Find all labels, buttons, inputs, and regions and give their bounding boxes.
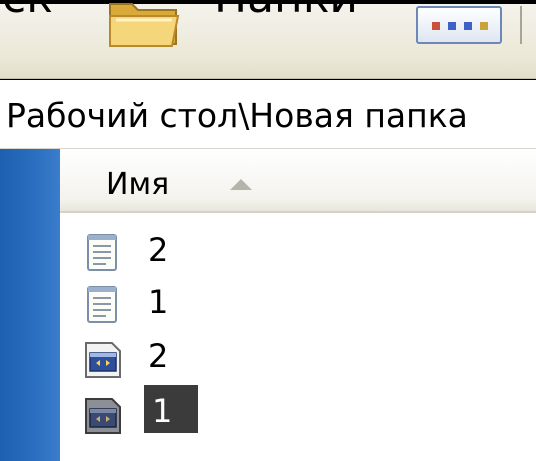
text-document-icon [87,234,117,271]
list-item-label: 1 [148,283,169,321]
task-pane [0,149,60,461]
toolbar: ск Папки [0,0,536,79]
toolbar-separator [520,6,522,44]
list-item[interactable]: 2 [82,333,522,381]
search-button-label[interactable]: ск [2,0,53,20]
file-list[interactable]: Имя 2 1 2 1 [60,149,536,461]
list-item[interactable]: 1 [82,279,522,327]
batch-file-icon [85,342,121,378]
address-path[interactable]: Рабочий стол\Новая папка [6,96,468,135]
list-item-selected[interactable]: 1 [82,385,522,437]
column-header-row: Имя [60,149,536,213]
list-item-label: 2 [148,231,169,269]
batch-file-icon [85,398,121,434]
explorer-window: ск Папки Рабочий стол\Новая папка Имя [0,0,536,461]
views-icon[interactable] [416,6,502,44]
list-item[interactable]: 2 [82,227,522,275]
sort-ascending-icon [230,179,252,190]
folder-icon[interactable] [106,0,182,48]
folders-button[interactable]: Папки [214,0,358,20]
list-item-label: 2 [148,337,169,375]
list-item-label: 1 [144,385,198,433]
column-header-name[interactable]: Имя [106,167,169,202]
address-bar[interactable]: Рабочий стол\Новая папка [0,80,536,149]
text-document-icon [87,286,117,323]
